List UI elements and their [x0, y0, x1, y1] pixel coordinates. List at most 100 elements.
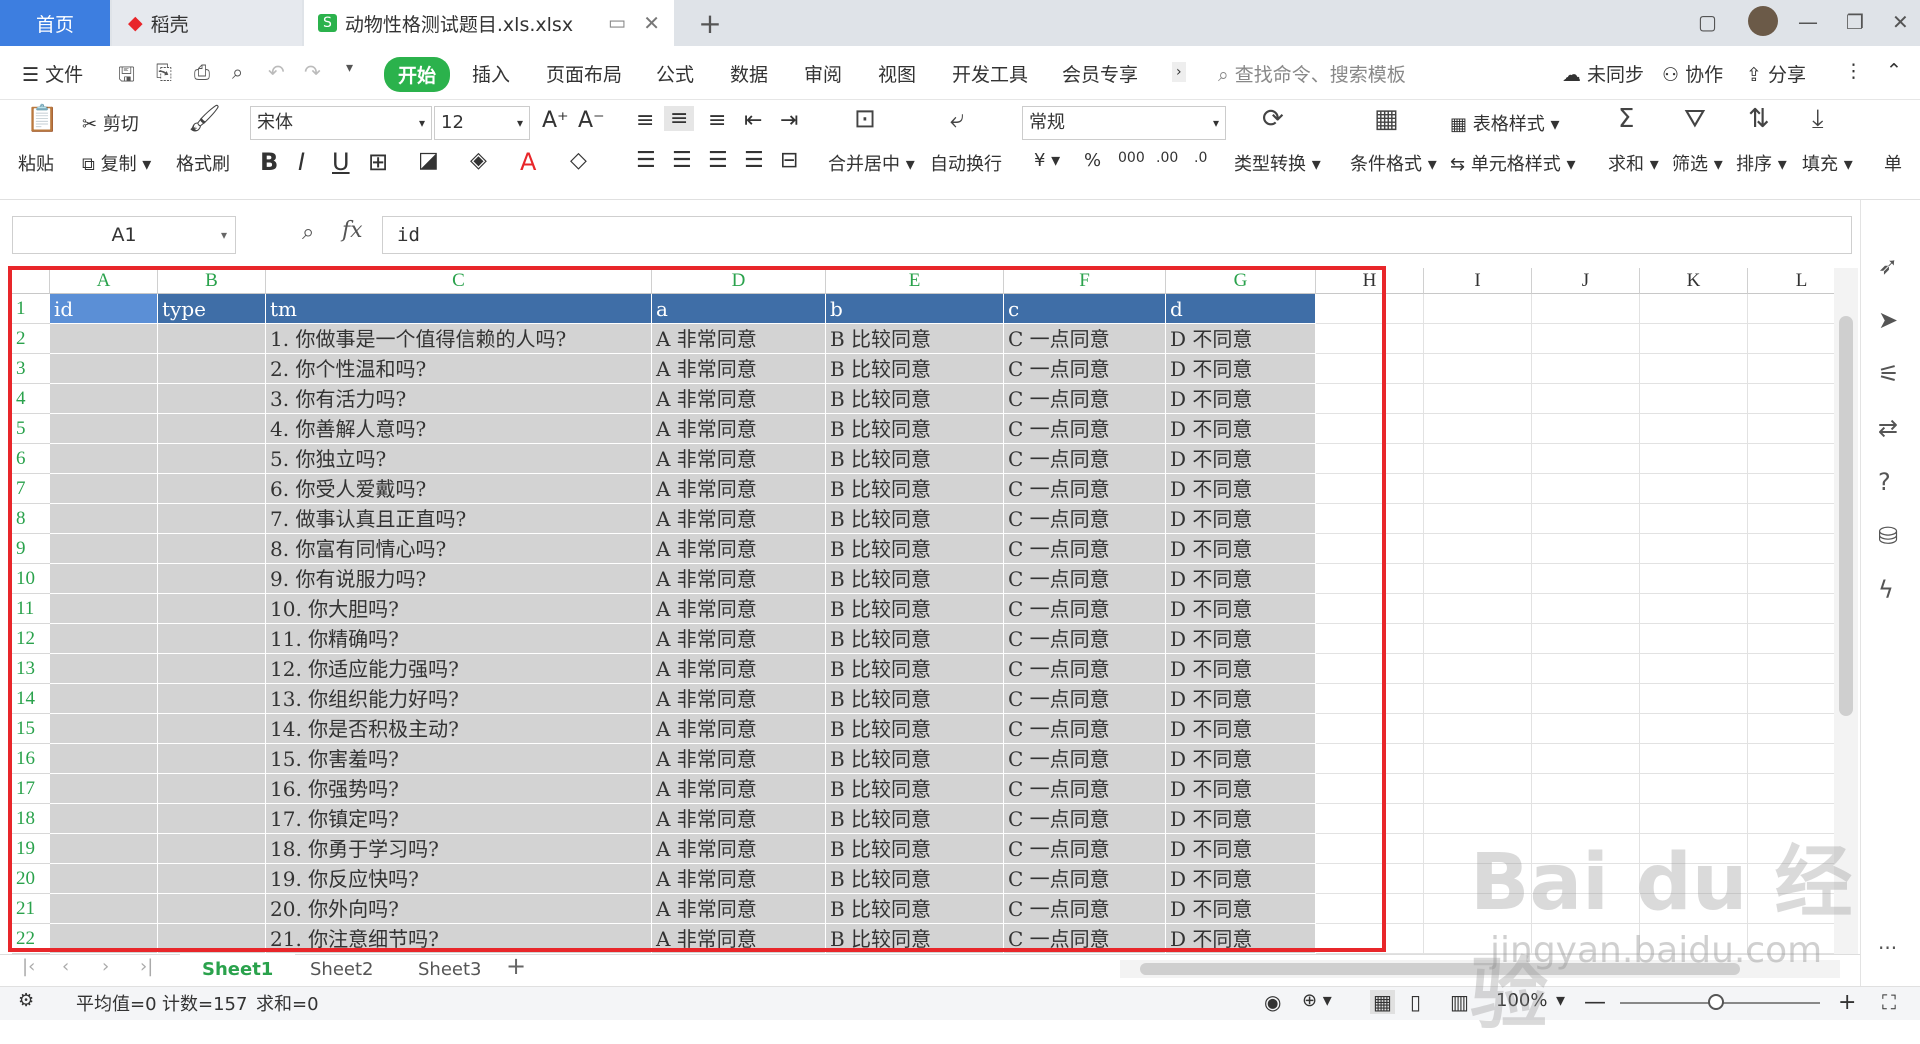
- align-top-icon[interactable]: ≡: [636, 108, 654, 133]
- preview-icon[interactable]: ⌕: [232, 60, 243, 84]
- file-menu[interactable]: ☰ 文件: [22, 60, 83, 87]
- wrap-text-button[interactable]: 自动换行: [930, 150, 1002, 176]
- menu-developer[interactable]: 开发工具: [952, 60, 1028, 87]
- export-icon[interactable]: ⎘: [156, 60, 172, 84]
- empty-cell[interactable]: [1532, 744, 1640, 774]
- empty-cell[interactable]: [1640, 684, 1748, 714]
- more-menu-icon[interactable]: ›: [1172, 62, 1186, 82]
- menu-formula[interactable]: 公式: [656, 60, 694, 87]
- empty-cell[interactable]: [1424, 594, 1532, 624]
- quick-access-dropdown-icon[interactable]: ▾: [346, 60, 353, 76]
- normal-view-icon[interactable]: ▦: [1370, 990, 1395, 1014]
- next-sheet-icon[interactable]: ›: [102, 956, 109, 977]
- decrease-font-icon[interactable]: A⁻: [578, 108, 605, 133]
- minimize-icon[interactable]: —: [1798, 10, 1818, 34]
- empty-cell[interactable]: [1640, 774, 1748, 804]
- align-center-icon[interactable]: ☰: [672, 148, 692, 173]
- number-format-select[interactable]: 常规 ▾: [1022, 106, 1226, 140]
- help-icon[interactable]: ?: [1878, 468, 1891, 496]
- merge-center-button[interactable]: 合并居中 ▾: [828, 150, 915, 176]
- empty-cell[interactable]: [1532, 324, 1640, 354]
- align-left-icon[interactable]: ☰: [636, 148, 656, 173]
- empty-cell[interactable]: [1532, 624, 1640, 654]
- empty-cell[interactable]: [1532, 414, 1640, 444]
- macro-icon[interactable]: ⚙: [18, 990, 34, 1011]
- empty-cell[interactable]: [1532, 444, 1640, 474]
- conditional-format-icon[interactable]: ▦: [1374, 104, 1399, 134]
- empty-cell[interactable]: [1424, 414, 1532, 444]
- indent-decrease-icon[interactable]: ⇤: [744, 108, 762, 133]
- empty-cell[interactable]: [1640, 714, 1748, 744]
- thousands-icon[interactable]: 000: [1118, 150, 1145, 166]
- share-button[interactable]: ⇪ 分享: [1746, 60, 1806, 87]
- font-color-icon[interactable]: A: [520, 148, 536, 176]
- avatar[interactable]: [1748, 6, 1778, 36]
- sheet-tab-1[interactable]: Sheet1: [180, 954, 296, 986]
- empty-cell[interactable]: [1640, 324, 1748, 354]
- fill-button[interactable]: 填充 ▾: [1802, 150, 1853, 176]
- undo-icon[interactable]: ↶: [268, 60, 285, 84]
- font-size-select[interactable]: 12 ▾: [434, 106, 530, 140]
- empty-cell[interactable]: [1640, 474, 1748, 504]
- empty-cell[interactable]: [1532, 594, 1640, 624]
- sum-button[interactable]: 求和 ▾: [1608, 150, 1659, 176]
- scroll-thumb[interactable]: [1839, 316, 1853, 716]
- page-break-view-icon[interactable]: ▥: [1450, 990, 1469, 1014]
- new-tab-button[interactable]: +: [690, 0, 730, 46]
- empty-cell[interactable]: [1424, 384, 1532, 414]
- redo-icon[interactable]: ↷: [304, 60, 321, 84]
- sort-icon[interactable]: ⇅: [1748, 104, 1770, 134]
- lightning-icon[interactable]: ϟ: [1878, 576, 1894, 604]
- indent-increase-icon[interactable]: ⇥: [780, 108, 798, 133]
- tab-home[interactable]: 首页: [0, 0, 110, 46]
- eye-protection-icon[interactable]: ◉: [1264, 990, 1281, 1014]
- add-sheet-icon[interactable]: +: [506, 952, 526, 980]
- last-sheet-icon[interactable]: ›|: [140, 956, 153, 977]
- italic-icon[interactable]: I: [298, 148, 305, 176]
- empty-cell[interactable]: [1640, 564, 1748, 594]
- collab-button[interactable]: ⚇ 协作: [1662, 60, 1723, 87]
- menu-data[interactable]: 数据: [730, 60, 768, 87]
- align-middle-icon[interactable]: ≡: [664, 106, 695, 131]
- empty-cell[interactable]: [1532, 714, 1640, 744]
- empty-cell[interactable]: [1532, 654, 1640, 684]
- settings-sliders-icon[interactable]: ⚟: [1878, 360, 1900, 388]
- empty-cell[interactable]: [1424, 654, 1532, 684]
- menu-review[interactable]: 审阅: [804, 60, 842, 87]
- empty-cell[interactable]: [1424, 564, 1532, 594]
- close-window-icon[interactable]: ✕: [1892, 10, 1909, 34]
- collapse-ribbon-icon[interactable]: ⌃: [1886, 60, 1902, 82]
- empty-cell[interactable]: [1640, 444, 1748, 474]
- paste-icon[interactable]: 📋: [26, 104, 58, 134]
- table-style-button[interactable]: ▦ 表格样式 ▾: [1450, 110, 1560, 136]
- empty-cell[interactable]: [1532, 684, 1640, 714]
- formula-input[interactable]: id: [382, 216, 1852, 254]
- prev-sheet-icon[interactable]: ‹: [62, 956, 69, 977]
- empty-cell[interactable]: [1424, 774, 1532, 804]
- menu-member[interactable]: 会员专享: [1062, 60, 1138, 87]
- rocket-icon[interactable]: ➶: [1878, 252, 1898, 280]
- empty-cell[interactable]: [1532, 474, 1640, 504]
- border-icon[interactable]: ⊞: [368, 148, 388, 176]
- merge-center-icon[interactable]: ⊡: [854, 104, 876, 134]
- empty-cell[interactable]: [1424, 324, 1532, 354]
- sync-status[interactable]: ☁ 未同步: [1562, 60, 1644, 87]
- underline-icon[interactable]: U: [332, 148, 350, 176]
- empty-cell[interactable]: [1640, 654, 1748, 684]
- menu-insert[interactable]: 插入: [472, 60, 510, 87]
- search-command[interactable]: ⌕ 查找命令、搜索模板: [1218, 60, 1406, 87]
- cell-shading-icon[interactable]: ◪: [418, 148, 439, 173]
- wrap-text-icon[interactable]: ⤶: [950, 104, 965, 135]
- empty-cell[interactable]: [1424, 684, 1532, 714]
- copy-button[interactable]: ⧉ 复制 ▾: [82, 150, 151, 176]
- align-right-icon[interactable]: ☰: [708, 148, 728, 173]
- tab-spreadsheet[interactable]: S 动物性格测试题目.xls.xlsx ▭ ✕: [304, 0, 674, 46]
- filter-icon[interactable]: ⛛: [1684, 104, 1706, 135]
- column-header-J[interactable]: J: [1532, 268, 1640, 294]
- empty-cell[interactable]: [1640, 384, 1748, 414]
- format-painter-icon[interactable]: 🖌: [188, 104, 221, 134]
- align-bottom-icon[interactable]: ≡: [708, 108, 726, 133]
- sort-button[interactable]: 排序 ▾: [1736, 150, 1787, 176]
- empty-cell[interactable]: [1424, 444, 1532, 474]
- sum-icon[interactable]: Σ: [1618, 104, 1634, 134]
